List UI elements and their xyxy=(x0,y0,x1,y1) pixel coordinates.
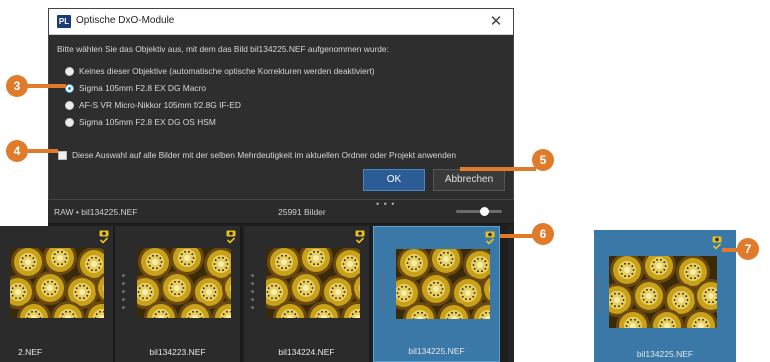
thumbnail-image xyxy=(396,249,490,319)
rating-dots xyxy=(251,274,255,314)
thumbnail-detail: bil134225.NEF xyxy=(594,230,736,362)
radio-button[interactable] xyxy=(65,66,74,76)
dialog-titlebar: PL Optische DxO-Module ✕ xyxy=(49,9,513,35)
browser-header: RAW • bil134225.NEF • • • 25991 Bilder xyxy=(48,199,514,224)
callout-leader xyxy=(26,84,66,88)
radio-button[interactable] xyxy=(65,117,74,127)
thumbnail-image xyxy=(10,248,104,318)
close-icon[interactable]: ✕ xyxy=(485,11,507,33)
thumbnail-filename: bil134225.NEF xyxy=(408,346,465,356)
radio-button-selected[interactable] xyxy=(65,83,74,93)
lens-option-label: Keines dieser Objektive (automatische op… xyxy=(79,66,375,76)
thumbnail-card[interactable]: bil134224.NEF xyxy=(244,226,371,362)
app-logo-icon: PL xyxy=(57,15,71,28)
thumbnail-size-slider[interactable] xyxy=(456,207,502,216)
lens-badge-icon xyxy=(485,231,495,245)
lens-option-sigma-os-hsm[interactable]: Sigma 105mm F2.8 EX DG OS HSM xyxy=(65,115,216,129)
lens-prompt: Bitte wählen Sie das Objektiv aus, mit d… xyxy=(57,44,389,54)
thumbnail-card-selected[interactable]: bil134225.NEF xyxy=(373,226,500,362)
lens-corrected-badge-icon xyxy=(712,236,722,250)
radio-button[interactable] xyxy=(65,100,74,110)
lens-option-sigma-macro[interactable]: Sigma 105mm F2.8 EX DG Macro xyxy=(65,81,206,95)
thumbnail-filename: bil134224.NEF xyxy=(278,347,335,357)
callout-leader xyxy=(500,234,536,238)
lens-option-nikkor[interactable]: AF-S VR Micro-Nikkor 105mm f/2.8G IF-ED xyxy=(65,98,241,112)
slider-knob[interactable] xyxy=(480,207,489,216)
rating-dots xyxy=(599,276,603,316)
thumbnail-image xyxy=(137,248,231,318)
callout-leader xyxy=(460,167,536,171)
callout-4: 4 xyxy=(6,140,28,162)
callout-7: 7 xyxy=(737,238,759,260)
lens-badge-icon xyxy=(226,230,236,244)
thumbnail-card[interactable]: 2.NEF xyxy=(0,226,115,362)
callout-leader xyxy=(26,149,58,153)
lens-badge-icon xyxy=(99,230,109,244)
lens-badge-icon xyxy=(355,230,365,244)
thumbnail-card[interactable]: bil134223.NEF xyxy=(115,226,242,362)
vertical-scrollbar[interactable] xyxy=(508,226,514,362)
callout-6: 6 xyxy=(532,223,554,245)
rating-dots xyxy=(122,274,126,314)
thumbnail-filename: 2.NEF xyxy=(18,347,43,357)
lens-option-none[interactable]: Keines dieser Objektive (automatische op… xyxy=(65,64,375,78)
thumbnail-image xyxy=(266,248,360,318)
callout-3: 3 xyxy=(6,75,28,97)
lens-option-label: AF-S VR Micro-Nikkor 105mm f/2.8G IF-ED xyxy=(79,100,241,110)
apply-to-all-checkbox[interactable] xyxy=(58,150,67,160)
ok-button[interactable]: OK xyxy=(363,169,425,191)
thumbnail-filename: bil134223.NEF xyxy=(149,347,206,357)
image-count: 25991 Bilder xyxy=(278,207,326,217)
folder-path: RAW • bil134225.NEF xyxy=(54,207,138,217)
dialog-title: Optische DxO-Module xyxy=(76,15,175,26)
cancel-button[interactable]: Abbrechen xyxy=(433,169,505,191)
more-options-icon[interactable]: • • • xyxy=(376,199,395,209)
thumbnail-image xyxy=(609,256,717,328)
lens-option-label: Sigma 105mm F2.8 EX DG Macro xyxy=(79,83,207,93)
callout-5: 5 xyxy=(532,149,554,171)
image-browser: RAW • bil134225.NEF • • • 25991 Bilder 2… xyxy=(0,199,514,362)
thumbnail-filename: bil134225.NEF xyxy=(636,349,694,359)
apply-to-all-label: Diese Auswahl auf alle Bilder mit der se… xyxy=(72,150,457,160)
optical-modules-dialog: PL Optische DxO-Module ✕ Bitte wählen Si… xyxy=(48,8,514,200)
rating-dots xyxy=(381,275,385,315)
lens-option-label: Sigma 105mm F2.8 EX DG OS HSM xyxy=(79,117,216,127)
apply-to-all-checkbox-row[interactable]: Diese Auswahl auf alle Bilder mit der se… xyxy=(58,148,456,162)
